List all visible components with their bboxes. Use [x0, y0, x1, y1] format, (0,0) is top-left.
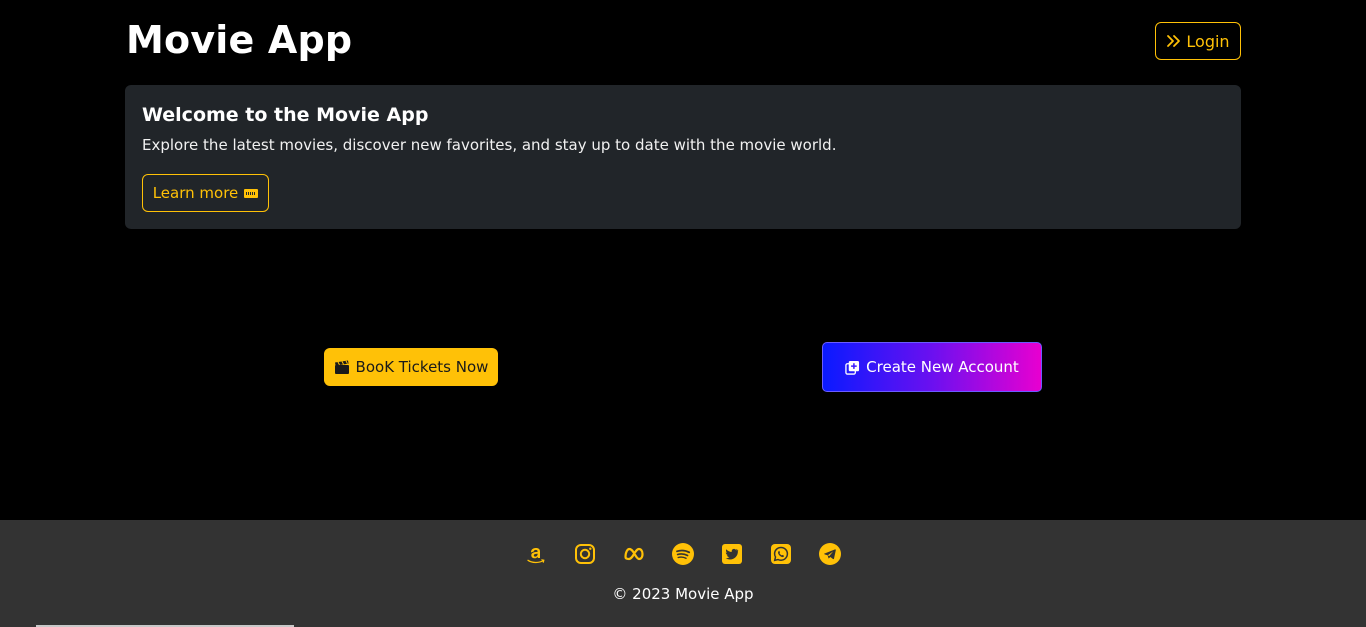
twitter-icon[interactable] — [720, 542, 744, 566]
welcome-text: Explore the latest movies, discover new … — [142, 136, 837, 154]
add-copy-icon — [845, 360, 860, 375]
instagram-icon[interactable] — [573, 542, 597, 566]
learn-more-button[interactable]: Learn more — [142, 174, 269, 212]
clapperboard-icon — [334, 360, 349, 374]
copyright-text: © 2023 Movie App — [612, 585, 754, 603]
social-links — [0, 542, 1366, 566]
amazon-icon[interactable] — [524, 542, 548, 566]
imdb-icon — [244, 188, 259, 198]
create-account-button[interactable]: Create New Account — [822, 342, 1042, 392]
welcome-title: Welcome to the Movie App — [142, 104, 429, 126]
whatsapp-icon[interactable] — [769, 542, 793, 566]
login-label: Login — [1186, 31, 1230, 51]
spotify-icon[interactable] — [671, 542, 695, 566]
footer: © 2023 Movie App — [0, 520, 1366, 627]
page: Movie App Login Welcome to the Movie App… — [0, 0, 1366, 627]
app-title: Movie App — [126, 18, 353, 62]
book-tickets-button[interactable]: BooK Tickets Now — [324, 348, 498, 386]
learn-more-label: Learn more — [152, 184, 239, 202]
create-account-label: Create New Account — [866, 358, 1019, 376]
book-tickets-label: BooK Tickets Now — [355, 358, 489, 376]
welcome-card: Welcome to the Movie App Explore the lat… — [125, 85, 1241, 229]
telegram-icon[interactable] — [818, 542, 842, 566]
double-chevron-right-icon — [1167, 35, 1181, 47]
meta-icon[interactable] — [622, 542, 646, 566]
login-button[interactable]: Login — [1155, 22, 1241, 60]
